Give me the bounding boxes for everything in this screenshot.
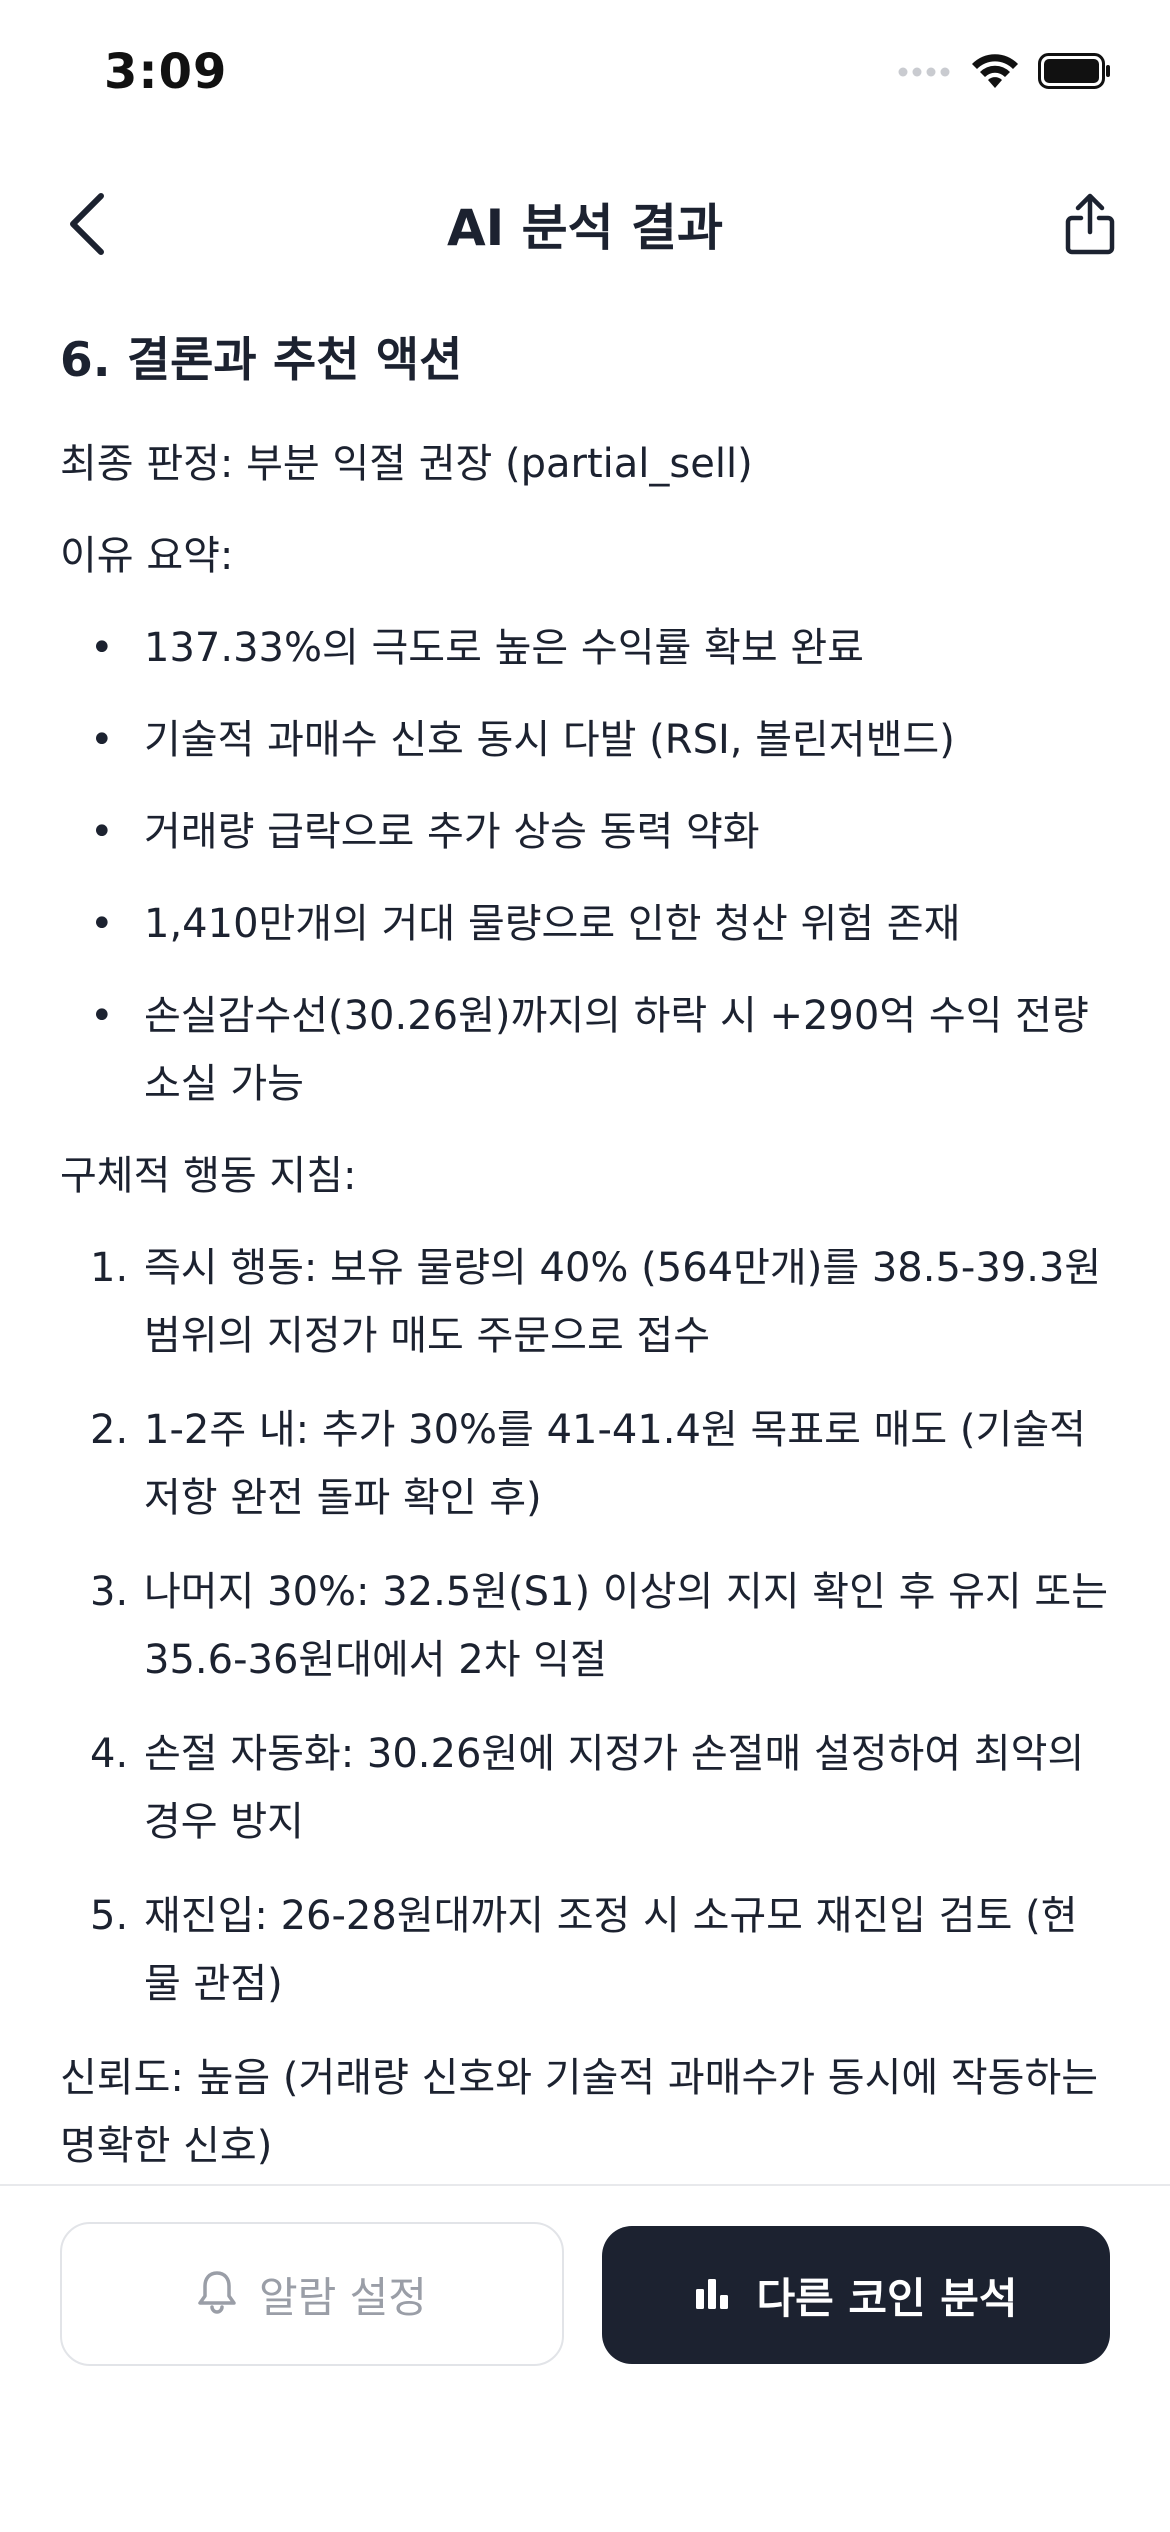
list-item: • 137.33%의 극도로 높은 수익률 확보 완료 xyxy=(90,625,864,671)
action-label: 구체적 행동 지침: xyxy=(60,1153,357,1199)
list-item: • 거래량 급락으로 추가 상승 동력 약화 xyxy=(90,809,760,855)
battery-icon xyxy=(1038,53,1112,93)
list-item: 1. 즉시 행동: 보유 물량의 40% (564만개)를 38.5-39.3원 … xyxy=(60,1234,1110,1370)
status-time: 3:09 xyxy=(104,44,228,100)
list-item-text: 재진입: 26-28원대까지 조정 시 소규모 재진입 검토 (현물 관점) xyxy=(144,1893,1078,2007)
wifi-icon xyxy=(970,52,1020,94)
list-item: • 손실감수선(30.26원)까지의 하락 시 +290억 수익 전량 소실 가능 xyxy=(90,993,1089,1107)
analyze-button-label: 다른 코인 분석 xyxy=(756,2273,1018,2323)
page-title: AI 분석 결과 xyxy=(446,199,724,257)
list-item: 2. 1-2주 내: 추가 30%를 41-41.4원 목표로 매도 (기술적 저… xyxy=(60,1396,1110,1532)
bar-chart-icon xyxy=(694,2275,730,2315)
list-item-text: 거래량 급락으로 추가 상승 동력 약화 xyxy=(144,809,760,855)
list-item-text: 1-2주 내: 추가 30%를 41-41.4원 목표로 매도 (기술적 저항 … xyxy=(144,1407,1086,1521)
list-item-text: 즉시 행동: 보유 물량의 40% (564만개)를 38.5-39.3원 범위… xyxy=(144,1245,1102,1359)
list-item: • 1,410만개의 거대 물량으로 인한 청산 위험 존재 xyxy=(90,901,961,947)
status-icons xyxy=(898,52,1112,94)
analysis-content: 6. 결론과 추천 액션 최종 판정: 부분 익절 권장 (partial_se… xyxy=(60,320,1110,2204)
section-heading: 6. 결론과 추천 액션 xyxy=(60,333,463,388)
list-item-text: 기술적 과매수 신호 동시 다발 (RSI, 볼린저밴드) xyxy=(144,717,955,763)
bell-icon xyxy=(197,2269,237,2319)
share-button[interactable] xyxy=(1050,184,1130,268)
signal-icon xyxy=(898,64,952,83)
list-item-text: 137.33%의 극도로 높은 수익률 확보 완료 xyxy=(144,625,864,671)
list-item-text: 1,410만개의 거대 물량으로 인한 청산 위험 존재 xyxy=(144,901,961,947)
alarm-settings-button[interactable]: 알람 설정 xyxy=(60,2222,564,2366)
list-item: • 기술적 과매수 신호 동시 다발 (RSI, 볼린저밴드) xyxy=(90,717,955,763)
confidence-text: 신뢰도: 높음 (거래량 신호와 기술적 과매수가 동시에 작동하는 명확한 신… xyxy=(60,2055,1099,2169)
list-item-text: 손실감수선(30.26원)까지의 하락 시 +290억 수익 전량 소실 가능 xyxy=(144,993,1089,1107)
action-list: 1. 즉시 행동: 보유 물량의 40% (564만개)를 38.5-39.3원 … xyxy=(60,1234,1110,2018)
list-item-text: 손절 자동화: 30.26원에 지정가 손절매 설정하여 최악의 경우 방지 xyxy=(144,1731,1085,1845)
bottom-divider xyxy=(0,2184,1170,2186)
reason-list: • 137.33%의 극도로 높은 수익률 확보 완료 • 기술적 과매수 신호 동… xyxy=(60,614,1110,1118)
list-item: 5. 재진입: 26-28원대까지 조정 시 소규모 재진입 검토 (현물 관점) xyxy=(60,1882,1110,2018)
reason-label: 이유 요약: xyxy=(60,533,234,579)
list-item: 3. 나머지 30%: 32.5원(S1) 이상의 지지 확인 후 유지 또는 3… xyxy=(60,1558,1110,1694)
alarm-button-label: 알람 설정 xyxy=(259,2272,427,2322)
list-item-text: 나머지 30%: 32.5원(S1) 이상의 지지 확인 후 유지 또는 35.… xyxy=(144,1569,1109,1683)
step-number: 2. xyxy=(90,1407,129,1453)
step-number: 5. xyxy=(90,1893,129,1939)
list-item: 4. 손절 자동화: 30.26원에 지정가 손절매 설정하여 최악의 경우 방지 xyxy=(60,1720,1110,1856)
final-verdict: 최종 판정: 부분 익절 권장 (partial_sell) xyxy=(60,441,753,487)
step-number: 1. xyxy=(90,1245,129,1291)
share-icon xyxy=(1064,192,1116,260)
status-bar: 3:09 xyxy=(0,0,1170,150)
analyze-other-coin-button[interactable]: 다른 코인 분석 xyxy=(602,2226,1110,2364)
header: AI 분석 결과 xyxy=(0,170,1170,280)
step-number: 4. xyxy=(90,1731,129,1777)
step-number: 3. xyxy=(90,1569,129,1615)
